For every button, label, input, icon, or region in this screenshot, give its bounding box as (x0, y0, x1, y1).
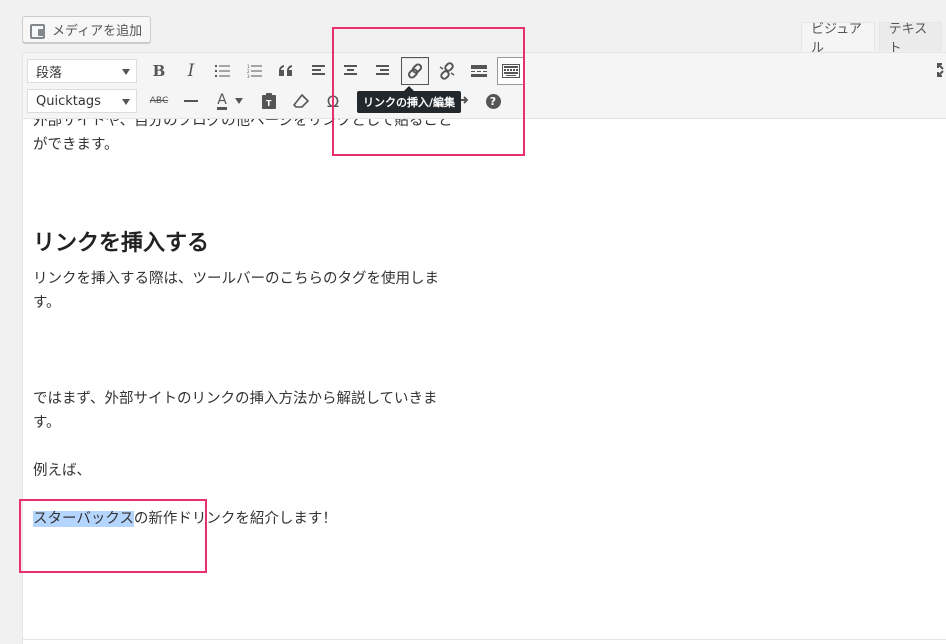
annotation-box-selection (19, 499, 207, 573)
annotation-box-toolbar (332, 27, 525, 156)
content-paragraph-1: リンクを挿入する際は、ツールバーのこちらのタグを使用しま (33, 271, 439, 287)
bullet-list-icon[interactable] (209, 57, 237, 85)
quicktags-select[interactable]: Quicktags (27, 89, 137, 113)
strikethrough-button[interactable]: ABC (145, 87, 173, 115)
align-left-icon[interactable] (305, 57, 333, 85)
tab-visual[interactable]: ビジュアル (801, 22, 875, 56)
clear-formatting-icon[interactable] (287, 87, 315, 115)
content-heading: リンクを挿入する (33, 231, 210, 256)
svg-text:3: 3 (247, 74, 250, 78)
bold-button[interactable]: B (145, 57, 173, 85)
svg-text:T: T (266, 99, 272, 108)
fullscreen-icon[interactable] (937, 62, 946, 81)
horizontal-line-icon[interactable] (177, 87, 205, 115)
editor-tabs: ビジュアル テキスト (801, 22, 946, 56)
paste-text-icon[interactable]: T (255, 87, 283, 115)
add-media-button[interactable]: メディアを追加 (22, 16, 152, 43)
status-path: p (23, 639, 946, 644)
tab-text[interactable]: テキスト (878, 22, 942, 56)
content-paragraph-3: 例えば、 (33, 463, 91, 479)
content-paragraph-2b: す。 (33, 415, 61, 431)
text-color-label: A (217, 91, 227, 110)
blockquote-icon[interactable] (273, 57, 301, 85)
italic-button[interactable]: I (177, 57, 205, 85)
format-select[interactable]: 段落 (27, 59, 137, 83)
media-icon (29, 22, 47, 39)
numbered-list-icon[interactable]: 123 (241, 57, 269, 85)
chevron-down-icon (234, 98, 243, 104)
content-paragraph-2: ではまず、外部サイトのリンクの挿入方法から解説していきま (33, 391, 438, 407)
add-media-label: メディアを追加 (52, 24, 143, 39)
content-paragraph-1b: す。 (33, 295, 61, 311)
text-color-button[interactable]: A (209, 87, 251, 115)
